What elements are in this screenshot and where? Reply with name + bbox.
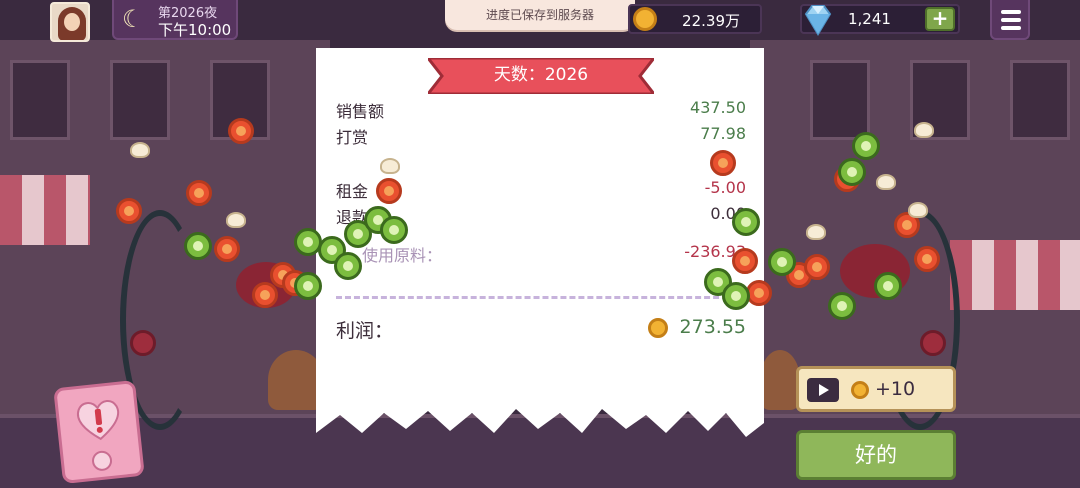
moon-icon: ☾ [122, 5, 144, 33]
tomato-slice-icon [732, 248, 758, 274]
clock-time-label: 下午10:00 [158, 21, 232, 39]
profit-value: 273.55 [679, 316, 746, 338]
garlic-clove-icon [380, 158, 400, 174]
garlic-clove-icon [130, 142, 150, 158]
tomato-slice-icon [214, 236, 240, 262]
save-status-toast: 进度已保存到服务器 [445, 0, 635, 30]
tomato-slice-icon [710, 150, 736, 176]
coin-icon [648, 318, 668, 338]
garlic-clove-icon [908, 202, 928, 218]
cafe-table-right [760, 350, 800, 410]
video-play-icon [807, 378, 839, 402]
jalapeno-slice-icon [874, 272, 902, 300]
gem-balance: 1,241 + [800, 4, 960, 36]
jalapeno-slice-icon [380, 216, 408, 244]
profit-label: 利润： [336, 320, 394, 342]
watch-ad-reward-button[interactable]: +10 [796, 366, 956, 412]
player-avatar[interactable] [50, 2, 90, 42]
jalapeno-slice-icon [334, 252, 362, 280]
jalapeno-slice-icon [852, 132, 880, 160]
jalapeno-slice-icon [768, 248, 796, 276]
tomato-slice-icon [252, 282, 278, 308]
hamburger-menu-icon [1001, 10, 1021, 14]
left-awning [0, 175, 90, 245]
night-time-badge: ☾ 第2026夜 下午10:00 [112, 0, 238, 40]
row-value: -5.00 [704, 178, 746, 197]
garlic-clove-icon [226, 212, 246, 228]
ad-reward-amount: +10 [875, 378, 916, 400]
coin-icon [633, 7, 657, 31]
main-menu-button[interactable] [990, 0, 1030, 40]
ok-button[interactable]: 好的 [796, 430, 956, 480]
day-banner: 天数：2026 [428, 58, 654, 94]
receipt-row-tips: 打赏 77.98 [336, 124, 746, 148]
coin-balance: 22.39万 [628, 4, 762, 34]
receipt-row-ingredients: 使用原料： -236.93 [336, 242, 746, 266]
gem-amount: 1,241 [848, 10, 891, 28]
coin-icon [851, 381, 869, 399]
tomato-slice-icon [746, 280, 772, 306]
row-label: 使用原料： [362, 246, 443, 265]
tomato-slice-icon [376, 178, 402, 204]
phone-heart-alert-icon [76, 400, 120, 441]
tomato-slice-icon [804, 254, 830, 280]
day-banner-label: 天数：2026 [493, 65, 589, 85]
row-label: 租金 [336, 182, 369, 201]
tomato-slice-icon [186, 180, 212, 206]
jalapeno-slice-icon [722, 282, 750, 310]
rose-flower [130, 330, 156, 356]
receipt-row-sales: 销售额 437.50 [336, 98, 746, 122]
jalapeno-slice-icon [732, 208, 760, 236]
tomato-slice-icon [116, 198, 142, 224]
jalapeno-slice-icon [838, 158, 866, 186]
row-label: 销售额 [336, 102, 385, 121]
phone-alert-button[interactable] [53, 379, 145, 485]
diamond-icon [804, 5, 832, 36]
coin-amount: 22.39万 [682, 12, 740, 30]
jalapeno-slice-icon [294, 272, 322, 300]
receipt-torn-edge [316, 403, 764, 437]
right-awning [950, 240, 1080, 310]
tomato-slice-icon [228, 118, 254, 144]
garlic-clove-icon [914, 122, 934, 138]
row-value: 77.98 [700, 124, 746, 143]
jalapeno-slice-icon [184, 232, 212, 260]
garlic-clove-icon [806, 224, 826, 240]
tomato-slice-icon [914, 246, 940, 272]
garlic-clove-icon [876, 174, 896, 190]
row-value: 437.50 [690, 98, 746, 117]
daily-summary-receipt: 天数：2026 销售额 437.50 打赏 77.98 租金 -5.00 退款 … [316, 48, 764, 437]
jalapeno-slice-icon [828, 292, 856, 320]
rose-flower [920, 330, 946, 356]
add-gems-button[interactable]: + [925, 7, 955, 31]
row-label: 打赏 [336, 128, 369, 147]
receipt-divider [336, 296, 746, 299]
